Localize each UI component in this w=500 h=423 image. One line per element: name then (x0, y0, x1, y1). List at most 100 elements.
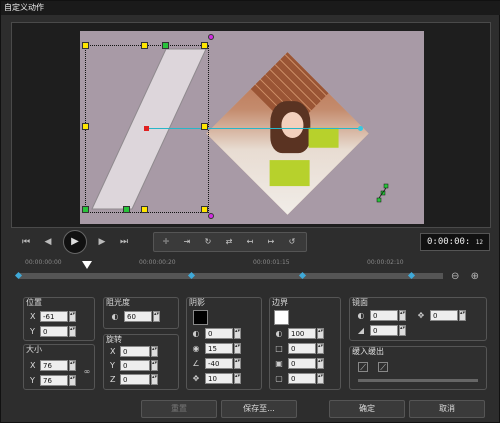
handle-mid-left[interactable] (82, 123, 89, 130)
border-blur-spin[interactable]: ▴▾ (317, 358, 324, 369)
preview-area (11, 22, 491, 228)
mirror-title: 镜面 (352, 298, 368, 307)
position-x-input[interactable]: -61 (40, 311, 68, 322)
rotation-x-input[interactable]: 0 (120, 346, 150, 357)
next-frame-icon[interactable]: ▶ (95, 236, 109, 248)
timeline: 00:00:00:00 00:00:00:20 00:00:01:15 00:0… (11, 259, 491, 293)
shadow-distance-input[interactable]: 10 (205, 373, 233, 384)
border-corner-spin[interactable]: ▴▾ (317, 373, 324, 384)
opacity-input[interactable]: 60 (124, 311, 152, 322)
remove-keyframe-icon[interactable]: ⇥ (179, 236, 195, 248)
ruler-tick: 00:00:00:00 (25, 259, 62, 266)
shadow-angle-icon: ∠ (192, 359, 200, 368)
rotation-y-input[interactable]: 0 (120, 360, 150, 371)
size-y-spin[interactable]: ▴▾ (69, 375, 76, 386)
border-width-icon: □ (275, 344, 283, 353)
border-blur-input[interactable]: 0 (288, 358, 316, 369)
anchor-point[interactable] (144, 126, 149, 131)
handle-top-green[interactable] (162, 42, 169, 49)
zoom-in-icon[interactable]: ⊕ (471, 271, 479, 282)
border-opacity-icon: ◐ (275, 329, 283, 338)
rotate-handle-bottom[interactable] (208, 213, 214, 219)
rotation-z-input[interactable]: 0 (120, 374, 150, 385)
position-title: 位置 (26, 298, 42, 307)
rotate-handle-top[interactable] (208, 34, 214, 40)
rotation-z-spin[interactable]: ▴▾ (151, 374, 158, 385)
border-panel: 边界 ◐ 100 ▴▾ □ 0 ▴▾ ▣ 0 ▴▾ ▢ 0 ▴▾ (269, 297, 341, 390)
mirror-distance-spin[interactable]: ▴▾ (459, 310, 466, 321)
prev-frame-icon[interactable]: ◀ (41, 236, 55, 248)
mirror-opacity-spin[interactable]: ▴▾ (399, 310, 406, 321)
position-y-input[interactable]: 0 (40, 326, 68, 337)
mirror-fade-input[interactable]: 0 (370, 325, 398, 336)
handle-top-mid[interactable] (141, 42, 148, 49)
swap-keyframe-icon[interactable]: ⇄ (221, 236, 237, 248)
ok-button[interactable]: 确定 (329, 400, 405, 418)
size-y-label: Y (30, 376, 35, 385)
position-x-spin[interactable]: ▴▾ (69, 311, 76, 322)
shadow-angle-spin[interactable]: ▴▾ (234, 358, 241, 369)
handle-top-left[interactable] (82, 42, 89, 49)
shadow-opacity-spin[interactable]: ▴▾ (234, 328, 241, 339)
border-width-spin[interactable]: ▴▾ (317, 343, 324, 354)
shadow-blur-input[interactable]: 15 (205, 343, 233, 354)
handle-bottom-mid[interactable] (141, 206, 148, 213)
path-end-point[interactable] (358, 126, 363, 131)
goto-end-icon[interactable]: ⏭ (117, 236, 131, 248)
goto-start-icon[interactable]: ⏮ (19, 236, 33, 248)
playhead-marker[interactable] (82, 261, 92, 269)
border-color-swatch[interactable] (274, 310, 289, 325)
size-x-spin[interactable]: ▴▾ (69, 360, 76, 371)
shadow-distance-spin[interactable]: ▴▾ (234, 373, 241, 384)
ease-in-icon[interactable]: ⟋ (358, 362, 368, 372)
border-width-input[interactable]: 0 (288, 343, 316, 354)
mirror-opacity-input[interactable]: 0 (370, 310, 398, 321)
ease-out-icon[interactable]: ⟋ (378, 362, 388, 372)
add-keyframe-icon[interactable]: ✚ (158, 236, 174, 248)
mirror-fade-spin[interactable]: ▴▾ (399, 325, 406, 336)
border-opacity-input[interactable]: 100 (288, 328, 316, 339)
zoom-out-icon[interactable]: ⊖ (451, 271, 459, 282)
handle-mid-right[interactable] (201, 123, 208, 130)
rotation-z-label: Z (110, 375, 116, 384)
playback-controls: ⏮ ◀ ▶ ▶ ⏭ ✚ ⇥ ↻ ⇄ ↤ ↦ ↺ 0:00:00: 12 (11, 230, 491, 254)
handle-top-right[interactable] (201, 42, 208, 49)
shadow-color-swatch[interactable] (193, 310, 208, 325)
save-to-button[interactable]: 保存至... (221, 400, 297, 418)
ruler-tick: 00:00:02:10 (367, 259, 404, 266)
shadow-angle-input[interactable]: -40 (205, 358, 233, 369)
ease-slider[interactable] (358, 379, 478, 382)
handle-bottom-right[interactable] (201, 206, 208, 213)
window-title: 自定义动作 (1, 1, 500, 15)
mirror-distance-input[interactable]: 0 (430, 310, 458, 321)
reverse-keyframe-icon[interactable]: ↻ (200, 236, 216, 248)
shadow-panel: 阴影 ◐ 0 ▴▾ ◉ 15 ▴▾ ∠ -40 ▴▾ ✥ 10 ▴▾ (186, 297, 262, 390)
reset-button[interactable]: 重置 (141, 400, 217, 418)
photo-object[interactable] (206, 52, 369, 215)
cancel-button[interactable]: 取消 (409, 400, 485, 418)
handle-bottom-green[interactable] (123, 206, 130, 213)
ruler-tick: 00:00:00:20 (139, 259, 176, 266)
border-corner-input[interactable]: 0 (288, 373, 316, 384)
size-x-input[interactable]: 76 (40, 360, 68, 371)
handle-bottom-left[interactable] (82, 206, 89, 213)
shadow-opacity-input[interactable]: 0 (205, 328, 233, 339)
position-y-spin[interactable]: ▴▾ (69, 326, 76, 337)
rotation-x-label: X (110, 347, 116, 356)
opacity-spin[interactable]: ▴▾ (153, 311, 160, 322)
link-icon[interactable]: ∞ (82, 367, 92, 377)
small-path-icon[interactable] (376, 183, 390, 205)
timeline-track[interactable] (19, 273, 443, 279)
border-opacity-spin[interactable]: ▴▾ (317, 328, 324, 339)
ease-panel: 缓入缓出 ⟋ ⟋ (349, 346, 487, 390)
preview-canvas[interactable] (80, 31, 424, 224)
timecode-display[interactable]: 0:00:00: 12 (420, 233, 490, 251)
move-right-keyframe-icon[interactable]: ↦ (263, 236, 279, 248)
size-y-input[interactable]: 76 (40, 375, 68, 386)
move-left-keyframe-icon[interactable]: ↤ (242, 236, 258, 248)
shadow-blur-spin[interactable]: ▴▾ (234, 343, 241, 354)
rotation-y-spin[interactable]: ▴▾ (151, 360, 158, 371)
rotation-x-spin[interactable]: ▴▾ (151, 346, 158, 357)
play-button[interactable]: ▶ (63, 230, 87, 254)
last-keyframe-icon[interactable]: ↺ (284, 236, 300, 248)
